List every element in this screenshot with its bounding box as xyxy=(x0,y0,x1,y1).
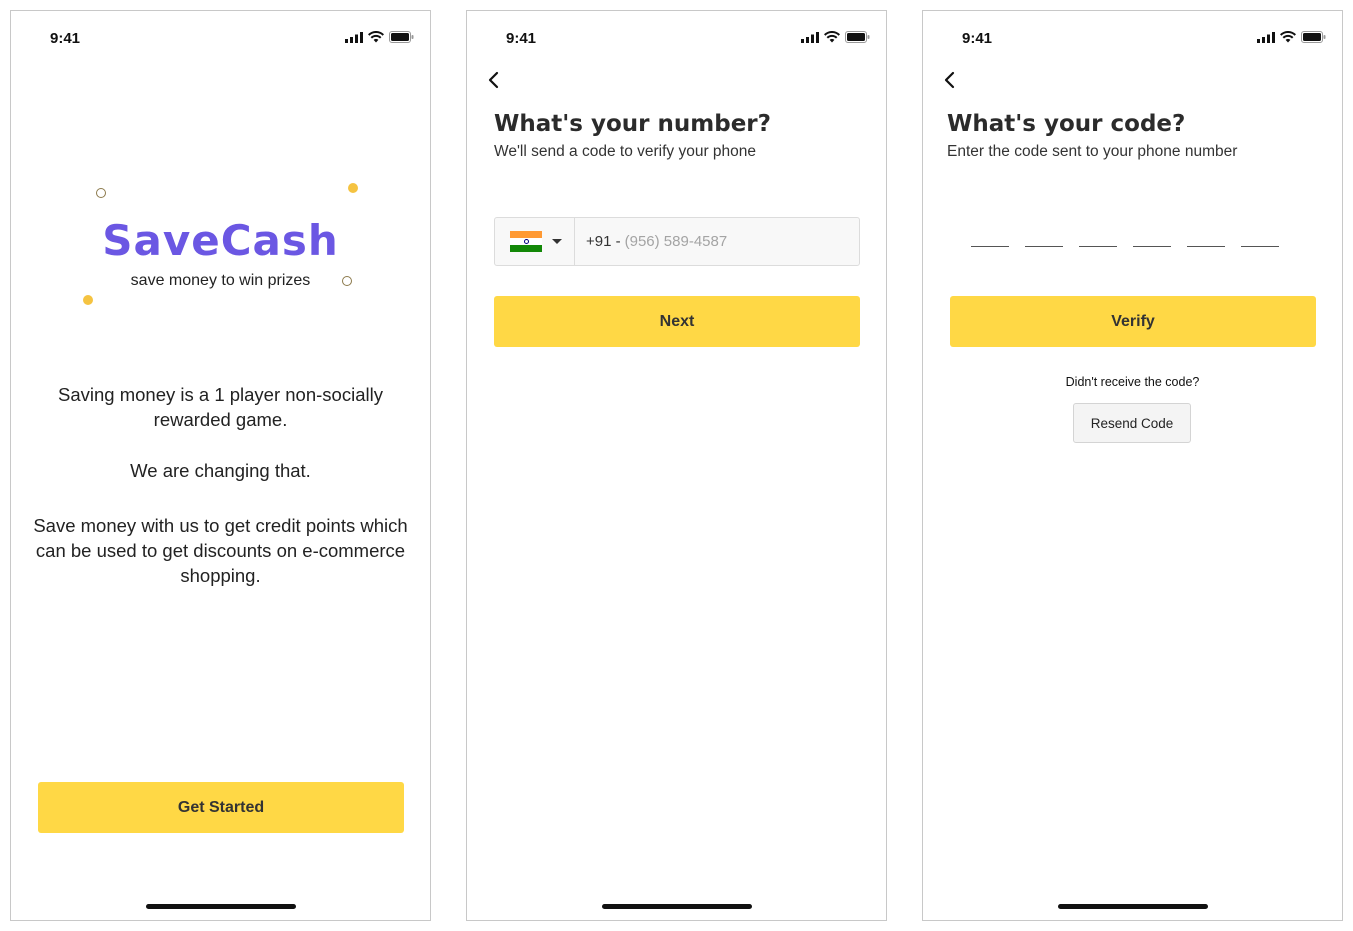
signal-icon xyxy=(345,31,363,43)
phone-number-screen: 9:41 What's your number? We'll send a co… xyxy=(466,10,887,921)
otp-digit-input[interactable] xyxy=(1187,229,1225,247)
otp-code-inputs xyxy=(971,229,1279,247)
intro-paragraph: We are changing that. xyxy=(130,460,311,481)
page-title: What's your code? xyxy=(947,111,1186,137)
intro-paragraph: Save money with us to get credit points … xyxy=(33,515,408,586)
back-button[interactable] xyxy=(941,71,959,89)
battery-icon xyxy=(389,31,414,43)
next-button[interactable]: Next xyxy=(494,296,860,347)
otp-digit-input[interactable] xyxy=(1025,229,1063,247)
signal-icon xyxy=(801,31,819,43)
status-icons xyxy=(345,30,414,44)
welcome-screen: 9:41 SaveCash save money to win prizes S… xyxy=(10,10,431,921)
back-button[interactable] xyxy=(485,71,503,89)
page-title: What's your number? xyxy=(494,111,771,137)
country-code-select[interactable] xyxy=(495,218,575,265)
phone-number-input[interactable] xyxy=(624,233,825,250)
no-code-prompt: Didn't receive the code? xyxy=(1065,375,1200,389)
india-flag-icon xyxy=(510,231,542,252)
otp-digit-input[interactable] xyxy=(971,229,1009,247)
battery-icon xyxy=(845,31,870,43)
brand-tagline: save money to win prizes xyxy=(130,272,311,289)
verify-code-screen: 9:41 What's your code? Enter the code se… xyxy=(922,10,1343,921)
status-time: 9:41 xyxy=(962,30,993,47)
verify-button[interactable]: Verify xyxy=(950,296,1316,347)
otp-digit-input[interactable] xyxy=(1133,229,1171,247)
decor-dot xyxy=(83,295,93,305)
get-started-button[interactable]: Get Started xyxy=(38,782,404,833)
wifi-icon xyxy=(368,31,384,43)
status-icons xyxy=(801,30,870,44)
decor-dot xyxy=(96,188,106,198)
otp-digit-input[interactable] xyxy=(1079,229,1117,247)
signal-icon xyxy=(1257,31,1275,43)
brand-logo-title: SaveCash xyxy=(102,216,339,265)
status-time: 9:41 xyxy=(506,30,537,47)
otp-digit-input[interactable] xyxy=(1241,229,1279,247)
wifi-icon xyxy=(1280,31,1296,43)
page-subtitle: We'll send a code to verify your phone xyxy=(494,143,757,160)
status-icons xyxy=(1257,30,1326,44)
chevron-left-icon xyxy=(944,71,955,89)
phone-number-field: +91 - xyxy=(494,217,860,266)
wifi-icon xyxy=(824,31,840,43)
home-indicator xyxy=(1057,904,1208,909)
page-subtitle: Enter the code sent to your phone number xyxy=(947,143,1238,160)
decor-dot xyxy=(348,183,358,193)
caret-down-icon xyxy=(552,239,562,244)
home-indicator xyxy=(601,904,752,909)
battery-icon xyxy=(1301,31,1326,43)
chevron-left-icon xyxy=(488,71,499,89)
resend-code-button[interactable]: Resend Code xyxy=(1073,403,1191,443)
country-code-prefix: +91 - xyxy=(586,233,621,250)
status-time: 9:41 xyxy=(50,30,81,47)
intro-paragraph: Saving money is a 1 player non-socially … xyxy=(58,384,383,430)
home-indicator xyxy=(145,904,296,909)
